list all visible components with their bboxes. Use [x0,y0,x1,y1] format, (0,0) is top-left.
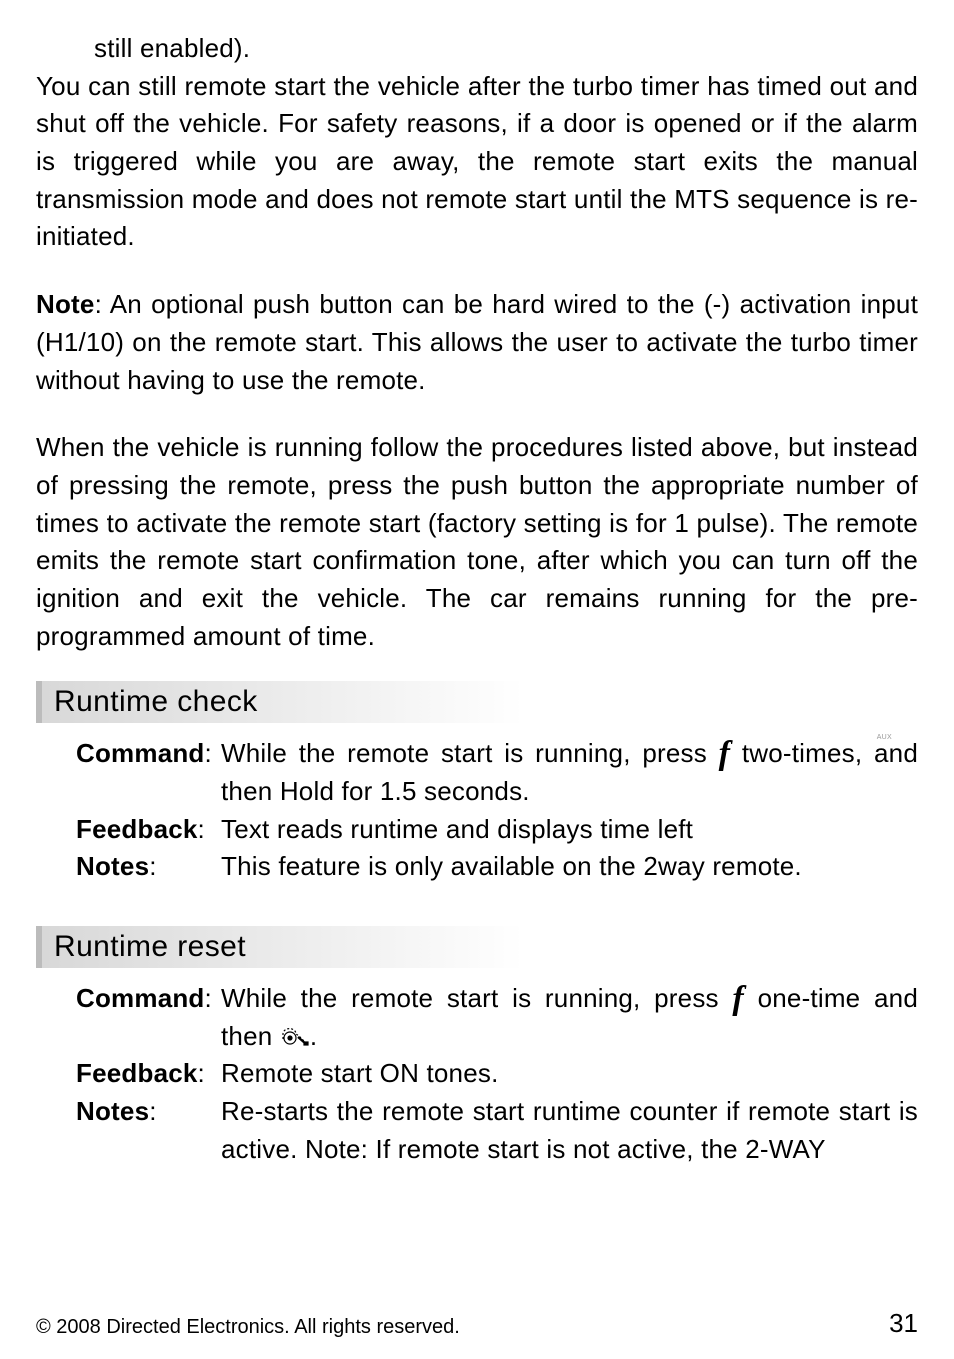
feedback-label: Feedback: [76,811,221,849]
page-footer: © 2008 Directed Electronics. All rights … [36,1308,918,1339]
runtime-reset-command-row: Command: While the remote start is runni… [76,980,918,1055]
section-runtime-reset: Runtime reset [36,926,918,968]
notes-label: Notes: [76,1093,221,1168]
feedback-label: Feedback: [76,1055,221,1093]
copyright: © 2008 Directed Electronics. All rights … [36,1316,460,1339]
f-icon: f [732,985,744,1012]
note-label: Note [36,289,95,319]
note-text: : An optional push button can be hard wi… [36,289,918,394]
aux-label: AUX [877,734,892,741]
paragraph-3: When the vehicle is running follow the p… [36,429,918,655]
runtime-check-notes-row: Notes: This feature is only available on… [76,848,918,886]
runtime-reset-feedback-row: Feedback: Remote start ON tones. [76,1055,918,1093]
f-icon: f [719,740,731,767]
runtime-check-command-row: Command: While the remote start is runni… [76,735,918,810]
note-paragraph: Note: An optional push button can be har… [36,286,918,399]
command-body: While the remote start is running, press… [221,980,918,1055]
notes-body: Re-starts the remote start runtime count… [221,1093,918,1168]
command-label: Command: [76,980,221,1055]
paragraph-1: You can still remote start the vehicle a… [36,68,918,256]
notes-body: This feature is only available on the 2w… [221,848,918,886]
page-number: 31 [889,1308,918,1339]
remote-start-icon [280,1021,310,1059]
notes-label: Notes: [76,848,221,886]
command-label: Command: [76,735,221,810]
continuation-line: still enabled). [94,30,918,68]
feedback-body: Remote start ON tones. [221,1055,918,1093]
feedback-body: Text reads runtime and displays time lef… [221,811,918,849]
runtime-check-feedback-row: Feedback: Text reads runtime and display… [76,811,918,849]
page-content: still enabled). You can still remote sta… [36,30,918,1300]
section-runtime-check: Runtime check [36,681,918,723]
command-body: While the remote start is running, press… [221,735,918,810]
runtime-reset-notes-row: Notes: Re-starts the remote start runtim… [76,1093,918,1168]
